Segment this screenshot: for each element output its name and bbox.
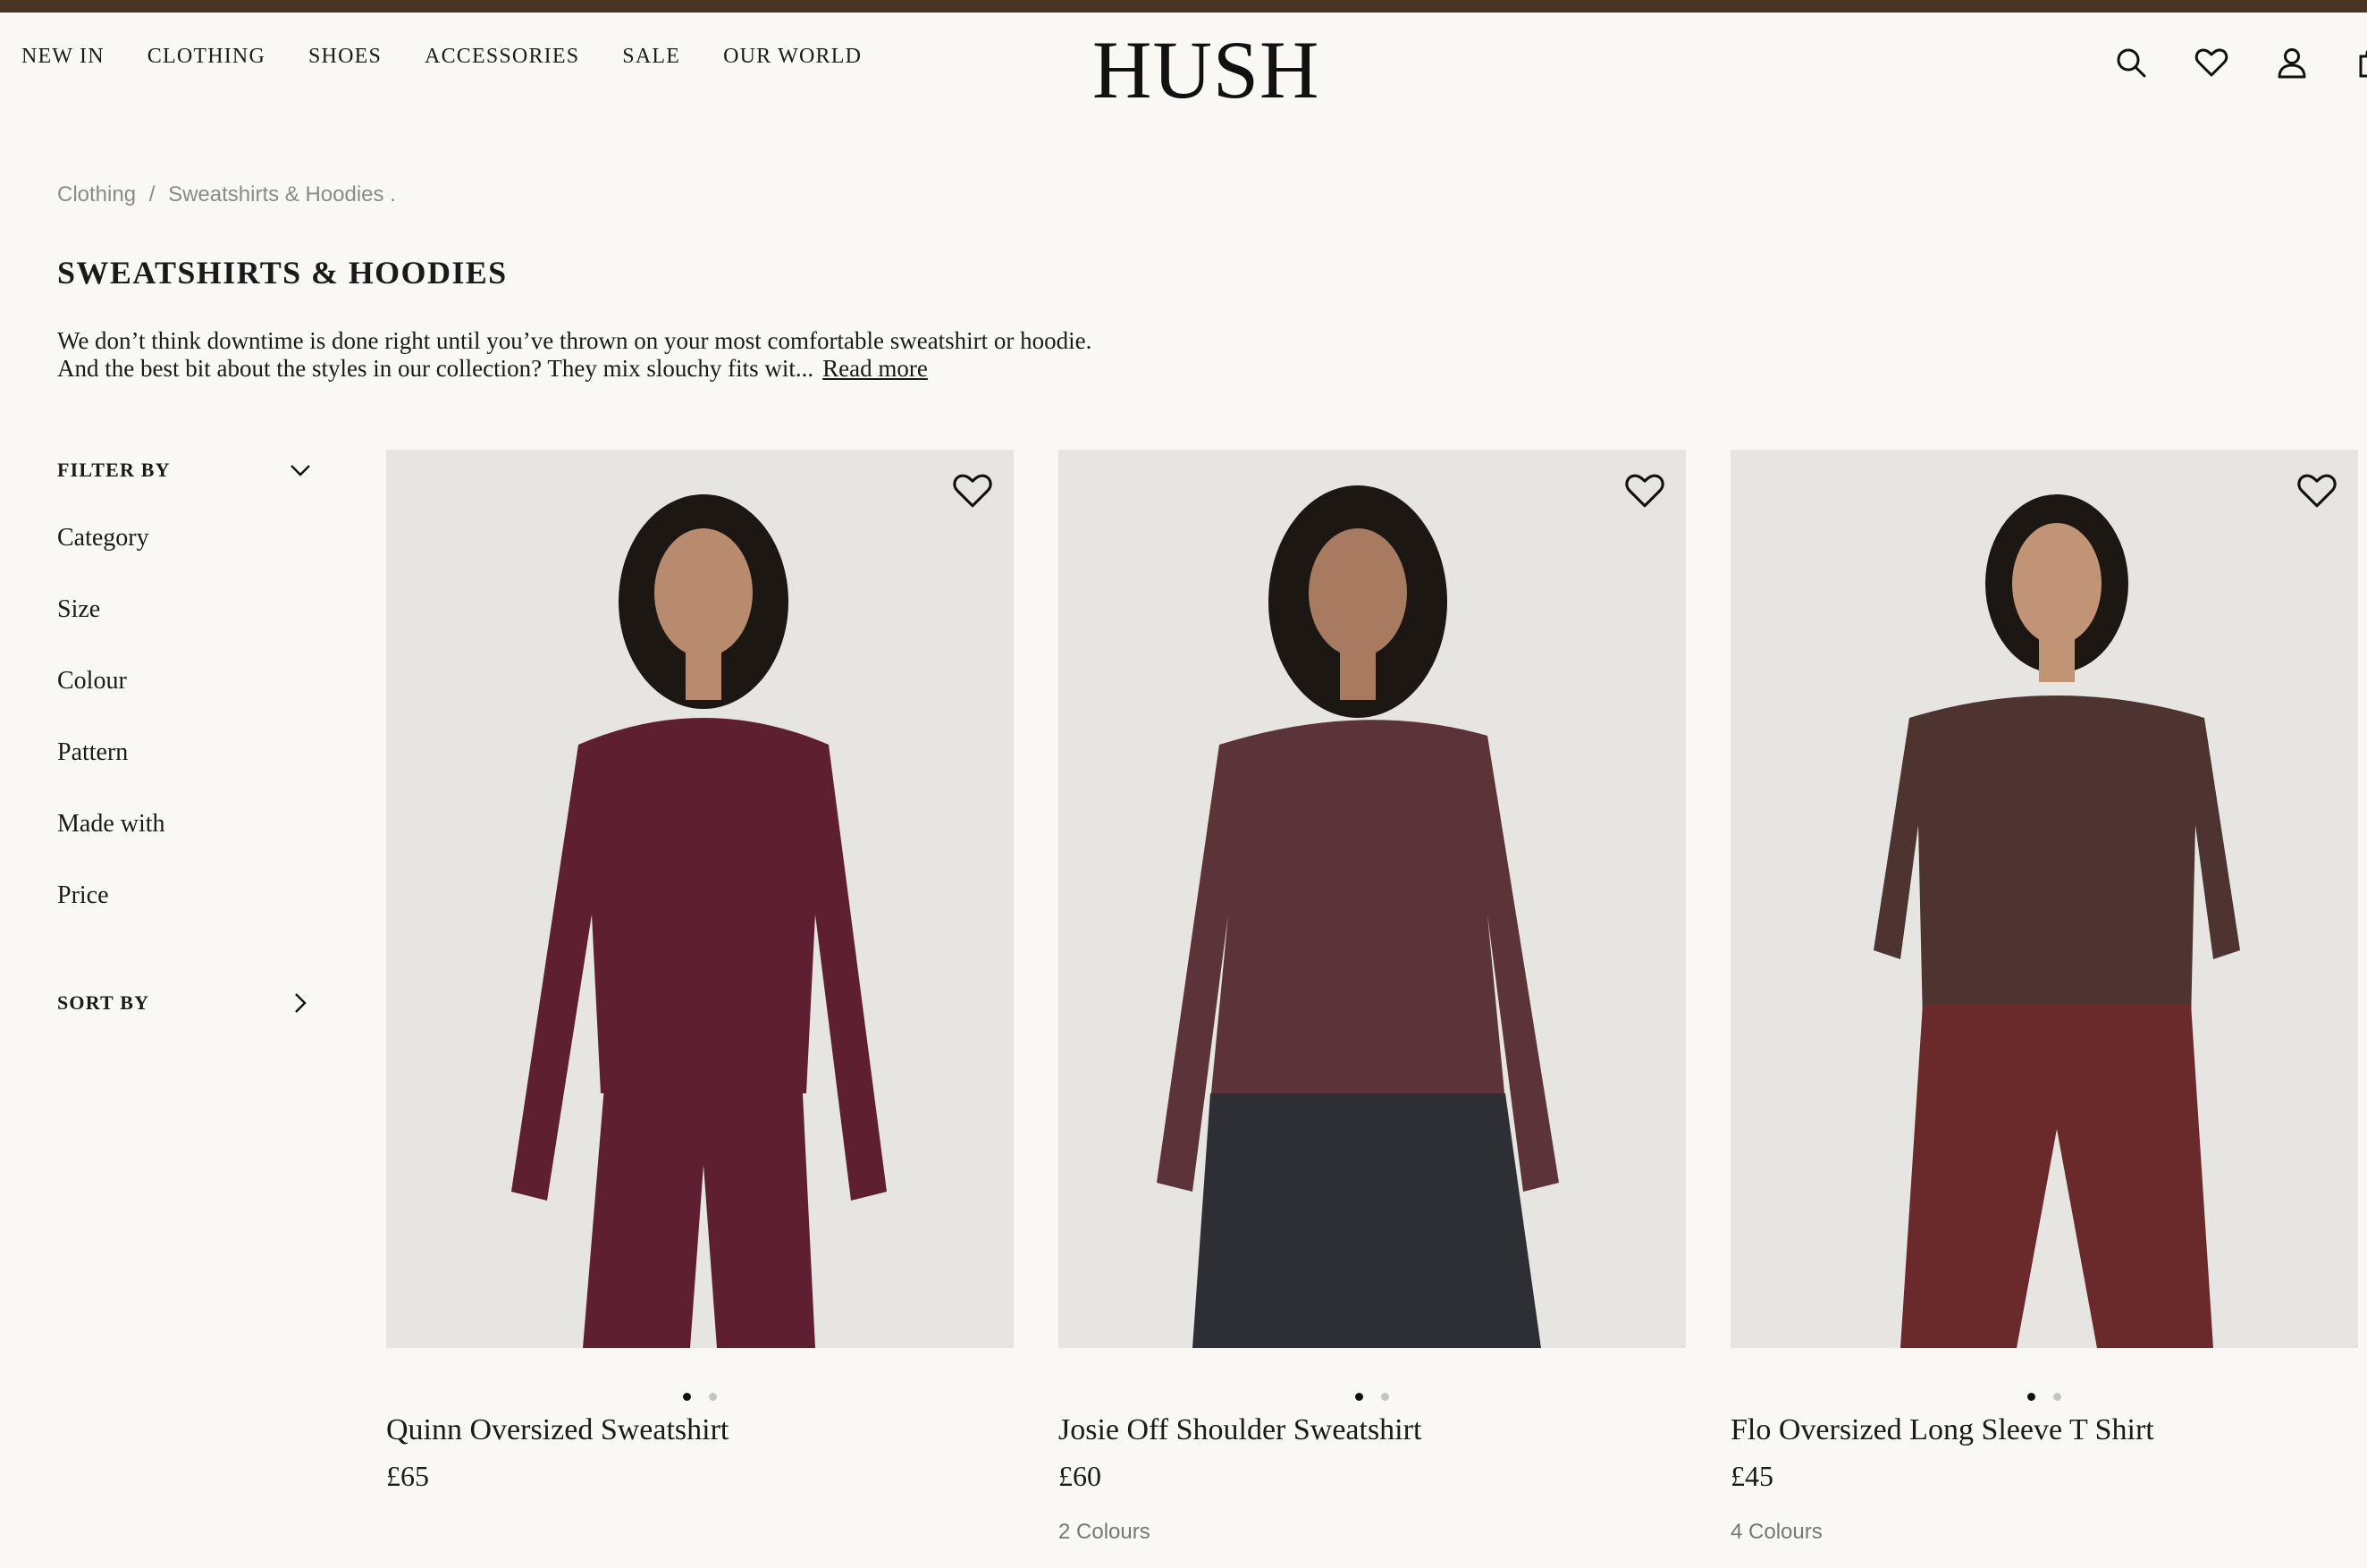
filter-by-toggle[interactable]: FILTER BY — [57, 458, 313, 483]
breadcrumb: Clothing / Sweatshirts & Hoodies . — [57, 182, 403, 207]
product-price: £65 — [386, 1460, 429, 1492]
product-name[interactable]: Flo Oversized Long Sleeve T Shirt — [1731, 1413, 2358, 1447]
product-image[interactable] — [1731, 450, 2358, 1348]
carousel-dot-active[interactable] — [1355, 1393, 1363, 1401]
carousel-dot[interactable] — [1381, 1393, 1389, 1401]
product-name[interactable]: Josie Off Shoulder Sweatshirt — [1058, 1413, 1686, 1447]
nav-new-in[interactable]: NEW IN — [21, 45, 105, 69]
read-more-link[interactable]: Read more — [822, 355, 928, 382]
product-image[interactable] — [1058, 450, 1686, 1348]
search-icon[interactable] — [2110, 41, 2152, 84]
model-figure-image — [511, 494, 887, 1348]
image-carousel-dots — [386, 1393, 1014, 1401]
nav-accessories[interactable]: ACCESSORIES — [425, 45, 579, 69]
product-card[interactable]: Flo Oversized Long Sleeve T Shirt £45 4 … — [1731, 450, 2358, 1545]
image-carousel-dots — [1058, 1393, 1686, 1401]
wishlist-heart-icon[interactable] — [951, 469, 994, 512]
brand-logo[interactable]: HUSH — [1092, 25, 1318, 114]
nav-our-world[interactable]: OUR WORLD — [723, 45, 862, 69]
product-colours: 2 Colours — [1058, 1520, 1150, 1544]
filter-colour[interactable]: Colour — [57, 667, 165, 738]
filter-list: Category Size Colour Pattern Made with P… — [57, 524, 165, 953]
chevron-right-icon — [295, 993, 307, 1013]
header-icons — [2110, 41, 2367, 84]
breadcrumb-clothing[interactable]: Clothing — [57, 182, 136, 207]
filter-by-label: FILTER BY — [57, 459, 171, 481]
filter-size[interactable]: Size — [57, 595, 165, 667]
breadcrumb-separator: / — [148, 182, 156, 207]
filter-pattern[interactable]: Pattern — [57, 738, 165, 810]
filter-category[interactable]: Category — [57, 524, 165, 595]
sort-by-toggle[interactable]: SORT BY — [57, 991, 313, 1016]
carousel-dot-active[interactable] — [683, 1393, 691, 1401]
product-image[interactable] — [386, 450, 1014, 1348]
heart-icon[interactable] — [2190, 41, 2233, 84]
product-price: £60 — [1058, 1460, 1101, 1492]
nav-shoes[interactable]: SHOES — [308, 45, 382, 69]
product-card[interactable]: Josie Off Shoulder Sweatshirt £60 2 Colo… — [1058, 450, 1686, 1545]
product-price: £45 — [1731, 1460, 1773, 1492]
product-colours: 4 Colours — [1731, 1520, 1823, 1544]
product-card[interactable]: Quinn Oversized Sweatshirt £65 — [386, 450, 1014, 1520]
carousel-dot[interactable] — [709, 1393, 717, 1401]
wishlist-heart-icon[interactable] — [2295, 469, 2338, 512]
description-text: We don’t think downtime is done right un… — [57, 327, 1092, 382]
chevron-down-icon — [291, 465, 310, 476]
sort-by-label: SORT BY — [57, 991, 150, 1014]
filter-made-with[interactable]: Made with — [57, 810, 165, 881]
carousel-dot[interactable] — [2053, 1393, 2061, 1401]
page-title: SWEATSHIRTS & HOODIES — [57, 255, 508, 291]
category-description: We don’t think downtime is done right un… — [57, 327, 1094, 383]
image-carousel-dots — [1731, 1393, 2358, 1401]
account-icon[interactable] — [2270, 41, 2313, 84]
filter-price[interactable]: Price — [57, 881, 165, 953]
top-accent-bar — [0, 0, 2367, 13]
nav-clothing[interactable]: CLOTHING — [147, 45, 265, 69]
product-name[interactable]: Quinn Oversized Sweatshirt — [386, 1413, 1014, 1447]
breadcrumb-current: Sweatshirts & Hoodies . — [168, 182, 396, 207]
main-nav: NEW IN CLOTHING SHOES ACCESSORIES SALE O… — [21, 45, 862, 69]
bag-icon[interactable] — [2351, 41, 2367, 84]
wishlist-heart-icon[interactable] — [1623, 469, 1666, 512]
nav-sale[interactable]: SALE — [622, 45, 680, 69]
model-figure-image — [1157, 485, 1559, 1348]
carousel-dot-active[interactable] — [2027, 1393, 2035, 1401]
model-figure-image — [1874, 494, 2240, 1348]
